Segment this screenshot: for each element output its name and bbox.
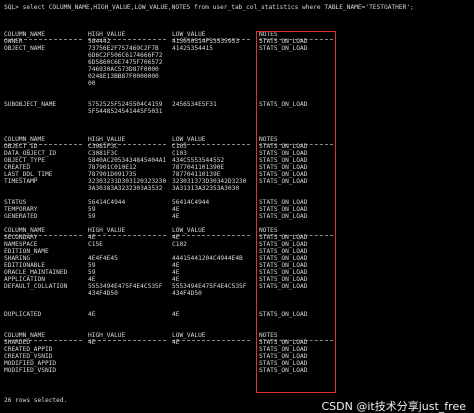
table-cell: C103 (172, 143, 187, 150)
table-cell: C103 (172, 150, 187, 157)
table-cell: CREATED (4, 164, 31, 171)
sql-command-line: SQL> select COLUMN_NAME,HIGH_VALUE,LOW_V… (4, 4, 414, 11)
table-cell: 4E (172, 276, 180, 283)
table-cell: 4E (88, 276, 96, 283)
table-cell: 7877041101390E (172, 164, 225, 171)
table-cell: EDITION_NAME (4, 248, 49, 255)
column-header-cell: COLUMN_NAME (4, 227, 45, 234)
notes-column-highlight-box (256, 31, 336, 393)
table-cell: 41425354415 (172, 45, 213, 52)
table-cell: 4E (172, 234, 180, 241)
table-cell: MODIFIED_APPID (4, 360, 57, 367)
table-cell: 59 (88, 206, 96, 213)
table-cell: 5840AC2053434845404A1 (88, 157, 167, 164)
table-cell: 4E (172, 339, 180, 346)
table-cell: 59 (88, 269, 96, 276)
table-cell: 4E (172, 311, 180, 318)
rows-selected-status: 26 rows selected. (4, 397, 68, 404)
table-cell: C102 (172, 241, 187, 248)
table-cell: 4E (88, 234, 96, 241)
table-cell: 4E (172, 213, 180, 220)
table-cell: 415050514F53535953 (172, 38, 240, 45)
table-cell: OBJECT_NAME (4, 45, 45, 52)
table-cell: MODIFIED_VSNID (4, 367, 57, 374)
table-cell: 00 (88, 80, 96, 87)
table-cell: C3081F3C (88, 143, 118, 150)
table-cell: 4E (88, 339, 96, 346)
table-cell: DATA_OBJECT_ID (4, 150, 57, 157)
table-cell: 5F5448524541445F5031 (88, 108, 163, 115)
table-cell: 3A31313A32353A3030 (172, 185, 240, 192)
header-separator-line (172, 235, 250, 236)
table-cell: APPLICATION (4, 276, 45, 283)
table-cell: 787704110139E (172, 171, 221, 178)
table-cell: 0248E13BB87F0000000 (88, 73, 159, 80)
table-cell: SHARING (4, 255, 31, 262)
table-cell: ORACLE_MAINTAINED (4, 269, 68, 276)
column-header-cell: LOW_VALUE (172, 31, 206, 38)
table-cell: 4E4F4E45 (88, 255, 118, 262)
table-cell: 5553494E475F4E4C535F (88, 283, 163, 290)
table-cell: 2456534E5F31 (172, 101, 217, 108)
table-cell: 56414C4944 (172, 199, 210, 206)
column-header-cell: COLUMN_NAME (4, 136, 45, 143)
table-cell: 4E (172, 269, 180, 276)
table-cell: LAST_DDL_TIME (4, 171, 53, 178)
table-cell: 56414C4944 (88, 199, 126, 206)
table-cell: 6D6C2F506C6174666F72 (88, 52, 163, 59)
column-header-cell: LOW_VALUE (172, 332, 206, 339)
table-cell: 4E (172, 262, 180, 269)
table-cell: 434F4D50 (88, 290, 118, 297)
column-header-cell: COLUMN_NAME (4, 332, 45, 339)
table-cell: DUPLICATED (4, 311, 42, 318)
column-header-cell: HIGH_VALUE (88, 31, 126, 38)
table-cell: 584442 (88, 38, 111, 45)
table-cell: SECONDARY (4, 234, 38, 241)
table-cell: 73756E2F757469C2F7B (88, 45, 159, 52)
table-cell: 434F4D50 (172, 290, 202, 297)
table-cell: C3081F3C (88, 150, 118, 157)
table-cell: 4E (88, 311, 96, 318)
table-cell: DEFAULT_COLLATION (4, 283, 68, 290)
terminal-window[interactable]: SQL> select COLUMN_NAME,HIGH_VALUE,LOW_V… (0, 0, 474, 413)
table-cell: CREATED_VSNID (4, 353, 53, 360)
table-cell: CREATED_APPID (4, 346, 53, 353)
header-separator-line (88, 235, 166, 236)
column-header-cell: HIGH_VALUE (88, 332, 126, 339)
table-cell: 59 (88, 213, 96, 220)
table-cell: GENERATED (4, 213, 38, 220)
column-header-cell: HIGH_VALUE (88, 227, 126, 234)
column-header-cell: LOW_VALUE (172, 227, 206, 234)
column-header-cell: HIGH_VALUE (88, 136, 126, 143)
table-cell: C15E (88, 241, 103, 248)
table-cell: TEMPORARY (4, 206, 38, 213)
table-cell: OWNER (4, 38, 23, 45)
table-cell: 787901C010E12 (88, 164, 137, 171)
csdn-watermark: CSDN @it技术分享just_free (321, 400, 467, 413)
column-header-cell: COLUMN_NAME (4, 31, 45, 38)
table-cell: 434C5553544552 (172, 157, 225, 164)
column-header-cell: LOW_VALUE (172, 136, 206, 143)
table-cell: OBJECT_ID (4, 143, 38, 150)
table-cell: NAMESPACE (4, 241, 38, 248)
table-cell: 6D5860C6E7475F706572 (88, 59, 163, 66)
table-cell: 44415441204C4944E4B (172, 255, 243, 262)
header-separator-line (172, 340, 250, 341)
table-cell: 323031373D30342D3230 (172, 178, 247, 185)
table-cell: SUBOBJECT_NAME (4, 101, 57, 108)
table-cell: EDITIONABLE (4, 262, 45, 269)
table-cell: 32303231D303120323230 (88, 178, 167, 185)
table-cell: SHARDED (4, 339, 31, 346)
table-cell: STATUS (4, 199, 27, 206)
table-cell: 746930AC573D87F0000 (88, 66, 159, 73)
table-cell: 4E (172, 206, 180, 213)
table-cell: 59 (88, 262, 96, 269)
table-cell: 3A30383A3232303A3532 (88, 185, 163, 192)
table-cell: 5553494E475F4E4C535F (172, 283, 247, 290)
table-cell: OBJECT_TYPE (4, 157, 45, 164)
header-separator-line (88, 340, 166, 341)
table-cell: TIMESTAMP (4, 178, 38, 185)
table-cell: 787901D091735 (88, 171, 137, 178)
table-cell: 5752525F5245504C4159 (88, 101, 163, 108)
